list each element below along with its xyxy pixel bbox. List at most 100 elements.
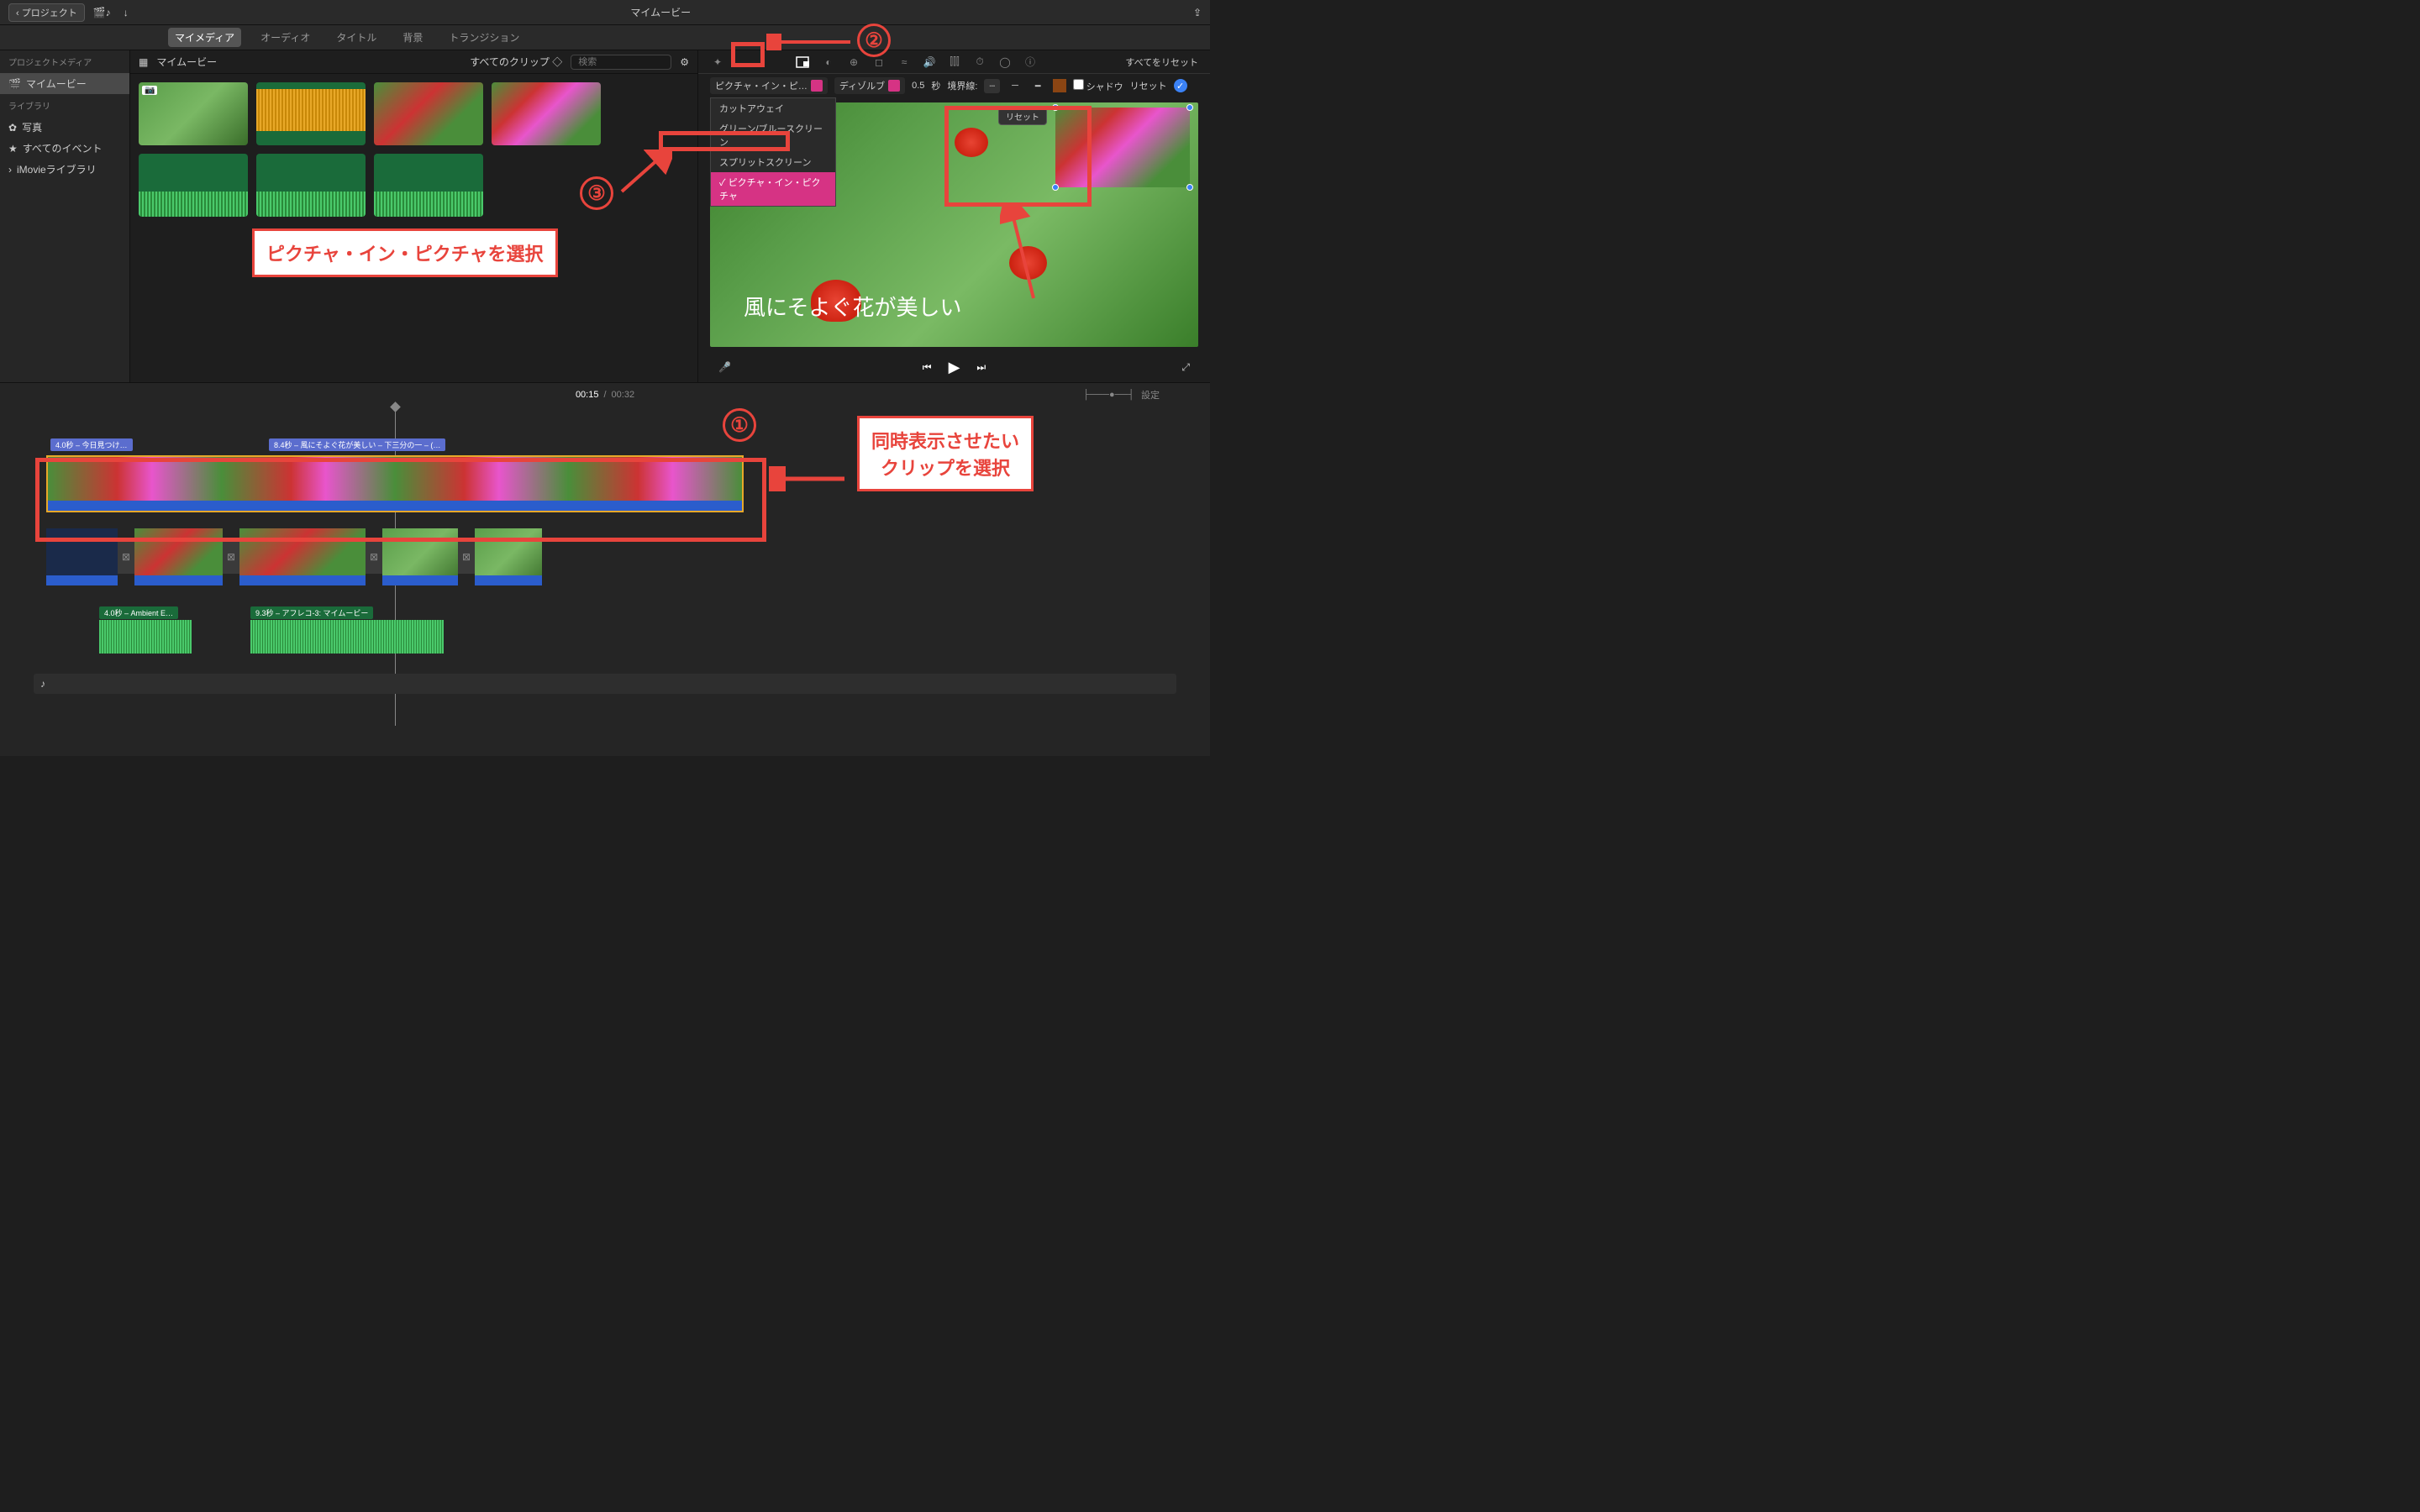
border-color[interactable] bbox=[1053, 79, 1066, 92]
window-title: マイムービー bbox=[129, 5, 1193, 19]
layout-icon[interactable]: ▦ bbox=[139, 56, 148, 68]
reset-all-button[interactable]: すべてをリセット bbox=[1125, 55, 1198, 69]
sidebar-item-movie[interactable]: 🎬 マイムービー bbox=[0, 73, 129, 94]
clip-thumb[interactable]: 📷 bbox=[139, 82, 248, 145]
border-thick[interactable]: ━ bbox=[1030, 79, 1046, 93]
audio-clip[interactable] bbox=[250, 620, 444, 654]
duration-value[interactable]: 0.5 bbox=[912, 81, 924, 91]
gear-icon[interactable]: ⚙ bbox=[680, 56, 689, 68]
speed-icon[interactable]: ⏱ bbox=[972, 55, 987, 70]
fullscreen-icon[interactable]: ⤢ bbox=[1181, 361, 1190, 374]
transport-bar: 🎤 ⏮ ▶ ⏭ ⤢ bbox=[698, 352, 1210, 382]
clip-thumb[interactable] bbox=[374, 82, 483, 145]
share-icon[interactable]: ⇪ bbox=[1193, 7, 1202, 18]
back-button[interactable]: ‹ プロジェクト bbox=[8, 3, 85, 22]
tab-mymedia[interactable]: マイメディア bbox=[168, 28, 241, 47]
sidebar-hdr-library: ライブラリ bbox=[0, 94, 129, 117]
menu-cutaway[interactable]: カットアウェイ bbox=[711, 98, 835, 118]
media-icon[interactable]: 🎬♪ bbox=[93, 7, 111, 18]
clip-thumb[interactable] bbox=[139, 154, 248, 217]
camera-icon: 📷 bbox=[142, 86, 157, 95]
transition-icon[interactable]: ⊠ bbox=[366, 540, 382, 574]
music-track[interactable]: ♪ bbox=[34, 674, 1176, 694]
transition-select[interactable]: ディゾルブ bbox=[834, 77, 905, 94]
clip-thumb[interactable] bbox=[374, 154, 483, 217]
annotation-select-clip: 同時表示させたい クリップを選択 bbox=[857, 416, 1034, 491]
waveform-icon bbox=[139, 192, 248, 217]
clip-thumb[interactable] bbox=[492, 82, 601, 145]
star-icon: ★ bbox=[8, 143, 18, 155]
time-current: 00:15 bbox=[576, 390, 599, 400]
tab-titles[interactable]: タイトル bbox=[329, 28, 383, 47]
mic-icon[interactable]: 🎤 bbox=[718, 361, 731, 373]
sidebar-item-imovielib[interactable]: › iMovieライブラリ bbox=[0, 159, 129, 180]
clip-label[interactable]: 8.4秒 – 風にそよぐ花が美しい – 下三分の一 – (… bbox=[269, 438, 445, 451]
sidebar: プロジェクトメディア 🎬 マイムービー ライブラリ ✿ 写真 ★ すべてのイベン… bbox=[0, 50, 130, 382]
shadow-checkbox[interactable]: シャドウ bbox=[1073, 79, 1123, 93]
tab-backgrounds[interactable]: 背景 bbox=[396, 28, 429, 47]
settings-button[interactable]: 設定 bbox=[1141, 388, 1160, 402]
audio-label[interactable]: 9.3秒 – アフレコ-3: マイムービー bbox=[250, 606, 373, 619]
reset-button[interactable]: リセット bbox=[1130, 79, 1167, 92]
sidebar-hdr-project: プロジェクトメディア bbox=[0, 50, 129, 73]
transition-icon[interactable]: ⊠ bbox=[118, 540, 134, 574]
sec-label: 秒 bbox=[931, 79, 940, 92]
chevron-right-icon: › bbox=[8, 164, 12, 176]
clip-thumb[interactable] bbox=[256, 82, 366, 145]
color-balance-icon[interactable]: ◐ bbox=[821, 55, 836, 70]
next-button[interactable]: ⏭ bbox=[976, 361, 986, 374]
volume-icon[interactable]: 🔊 bbox=[922, 55, 937, 70]
waveform-icon bbox=[256, 89, 366, 131]
play-button[interactable]: ▶ bbox=[949, 359, 960, 376]
annotation-num1: ① bbox=[723, 408, 756, 442]
timeline-header: 00:15 / 00:32 ├───●──┤ 設定 bbox=[0, 383, 1210, 407]
clip-thumb[interactable] bbox=[256, 154, 366, 217]
annotation-num2: ② bbox=[857, 24, 891, 57]
border-label: 境界線: bbox=[947, 79, 977, 92]
menu-splitscreen[interactable]: スプリットスクリーン bbox=[711, 152, 835, 172]
flower-icon: ✿ bbox=[8, 122, 17, 134]
tab-audio[interactable]: オーディオ bbox=[254, 28, 317, 47]
music-icon: ♪ bbox=[40, 678, 45, 690]
topbar: ‹ プロジェクト 🎬♪ ↓ マイムービー ⇪ bbox=[0, 0, 1210, 25]
annotation-select-pip: ピクチャ・イン・ピクチャを選択 bbox=[252, 228, 558, 277]
audio-clip[interactable] bbox=[99, 620, 192, 654]
annotation-rect-inspector bbox=[731, 42, 765, 67]
viewer-panel: ✦ ◐ ⊕ ◻ ≈ 🔊 ⫿⫿⫿ ⏱ ◯ ⓘ すべてをリセット ピクチャ・イン・ピ… bbox=[697, 50, 1210, 382]
zoom-slider[interactable]: ├───●──┤ bbox=[1083, 390, 1134, 400]
apply-check-icon[interactable]: ✓ bbox=[1174, 79, 1187, 92]
audio-label[interactable]: 4.0秒 – Ambient E… bbox=[99, 606, 178, 619]
sidebar-item-allevents[interactable]: ★ すべてのイベント bbox=[0, 138, 129, 159]
magic-wand-icon[interactable]: ✦ bbox=[710, 55, 725, 70]
border-none[interactable]: ┄ bbox=[984, 79, 1000, 93]
search-input[interactable] bbox=[571, 55, 671, 70]
annotation-rect-timeline bbox=[35, 458, 766, 542]
stabilize-icon[interactable]: ≈ bbox=[897, 55, 912, 70]
title-overlay: 風にそよぐ花が美しい bbox=[744, 291, 961, 322]
tab-transitions[interactable]: トランジション bbox=[442, 28, 526, 47]
overlay-type-menu: カットアウェイ グリーン/ブルースクリーン スプリットスクリーン ✓ ピクチャ・… bbox=[710, 97, 836, 207]
filter-icon[interactable]: ◯ bbox=[997, 55, 1013, 70]
clip-label[interactable]: 4.0秒 – 今日見つけ… bbox=[50, 438, 133, 451]
chevron-down-icon bbox=[888, 80, 900, 92]
tabbar: マイメディア オーディオ タイトル 背景 トランジション bbox=[0, 25, 1210, 50]
inspector-bar: ✦ ◐ ⊕ ◻ ≈ 🔊 ⫿⫿⫿ ⏱ ◯ ⓘ すべてをリセット bbox=[698, 50, 1210, 74]
annotation-rect-pip bbox=[944, 106, 1092, 207]
transition-icon[interactable]: ⊠ bbox=[458, 540, 475, 574]
overlay-type-select[interactable]: ピクチャ・イン・ピ… bbox=[710, 77, 828, 94]
prev-button[interactable]: ⏮ bbox=[923, 361, 932, 374]
annotation-rect-menu bbox=[659, 131, 790, 151]
chevron-down-icon bbox=[811, 80, 823, 92]
annotation-num3: ③ bbox=[580, 176, 613, 210]
overlay-icon[interactable] bbox=[796, 55, 811, 70]
transition-icon[interactable]: ⊠ bbox=[223, 540, 239, 574]
border-thin[interactable]: ─ bbox=[1007, 79, 1023, 92]
browser-header: ▦ マイムービー すべてのクリップ ◇ ⚙ bbox=[130, 50, 697, 74]
sidebar-item-photos[interactable]: ✿ 写真 bbox=[0, 117, 129, 138]
eq-icon[interactable]: ⫿⫿⫿ bbox=[947, 55, 962, 70]
clips-filter[interactable]: すべてのクリップ ◇ bbox=[470, 55, 562, 69]
menu-pip[interactable]: ✓ ピクチャ・イン・ピクチャ bbox=[711, 172, 835, 206]
time-total: 00:32 bbox=[612, 390, 635, 400]
info-icon[interactable]: ⓘ bbox=[1023, 55, 1038, 70]
color-wheel-icon[interactable]: ⊕ bbox=[846, 55, 861, 70]
